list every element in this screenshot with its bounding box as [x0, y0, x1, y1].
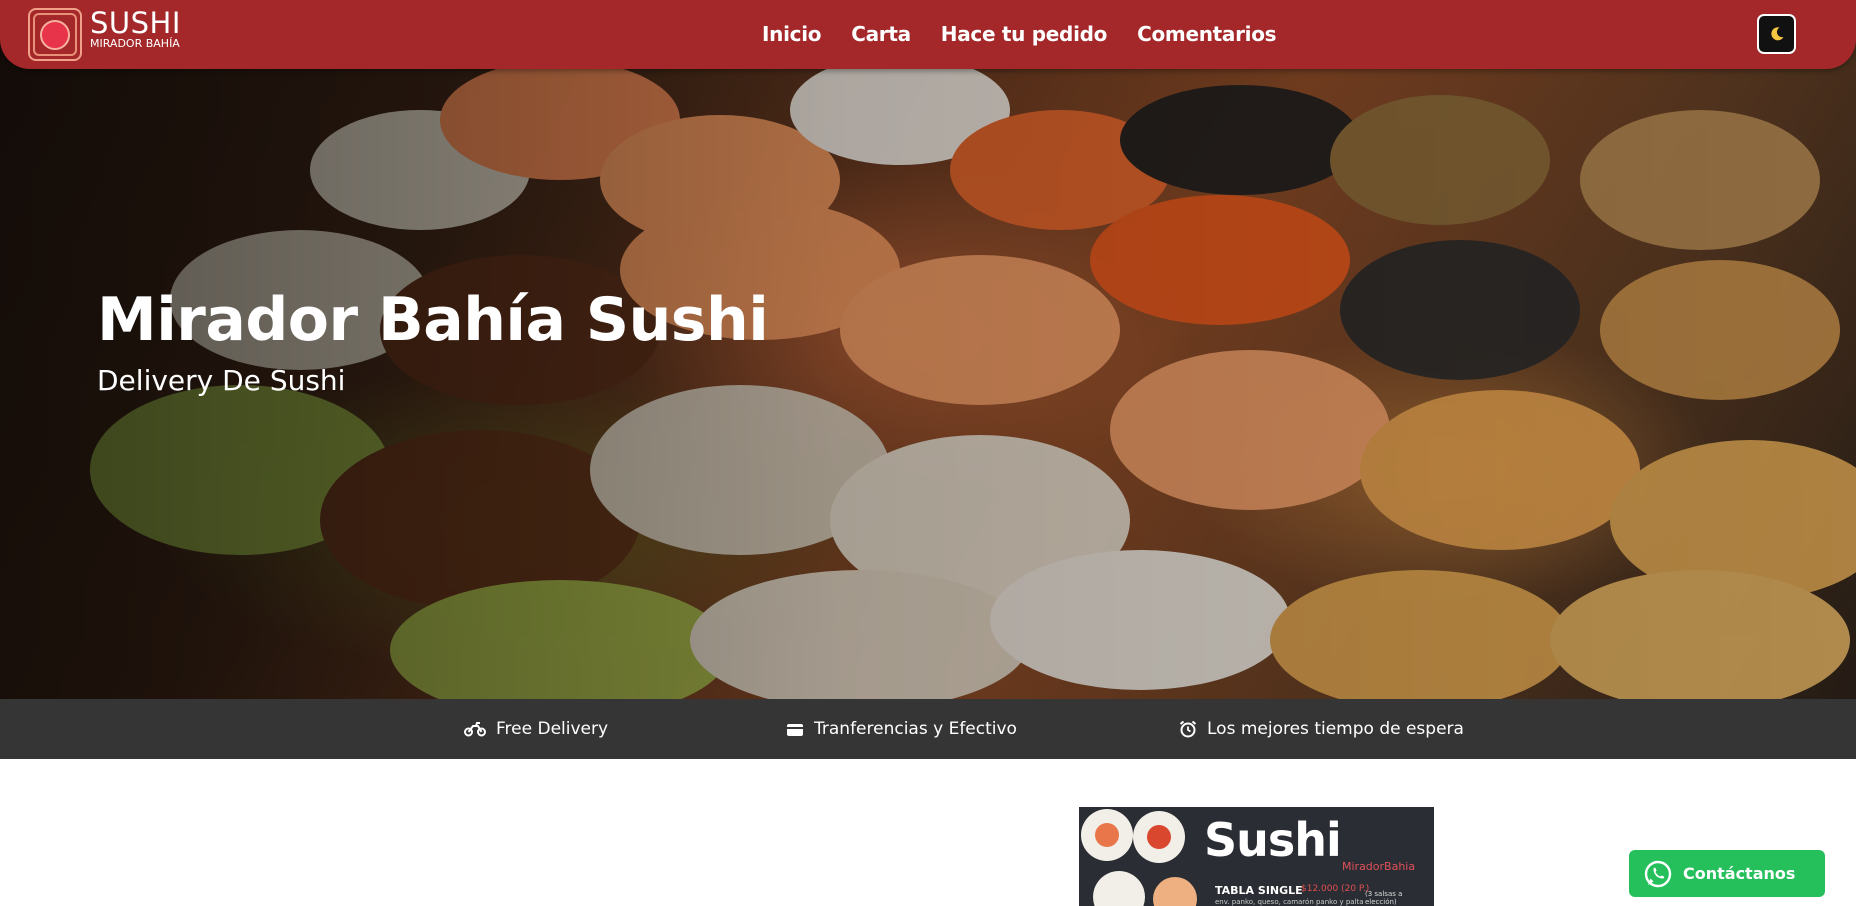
menu-heading: Sushi [1204, 813, 1342, 867]
menu-item-note: (3 salsas a elección) [1365, 890, 1403, 906]
hero-banner: Mirador Bahía Sushi Delivery De Sushi [0, 0, 1856, 699]
alarm-clock-icon [1179, 720, 1197, 738]
nav-link-comentarios[interactable]: Comentarios [1137, 20, 1276, 48]
feature-free-delivery: Free Delivery [464, 699, 608, 759]
moon-icon [1770, 27, 1783, 41]
feature-payments: Tranferencias y Efectivo [786, 699, 1017, 759]
feature-label: Los mejores tiempo de espera [1207, 719, 1464, 739]
logo-subtitle[interactable]: MIRADOR BAHÍA [90, 38, 180, 50]
whatsapp-contact-button[interactable]: Contáctanos [1629, 850, 1825, 897]
feature-label: Tranferencias y Efectivo [814, 719, 1017, 739]
whatsapp-icon [1644, 860, 1672, 887]
feature-label: Free Delivery [496, 719, 609, 739]
nav-link-inicio[interactable]: Inicio [762, 20, 821, 48]
main-nav: Inicio Carta Hace tu pedido Comentarios [762, 20, 1277, 48]
menu-item-name: TABLA SINGLE [1215, 884, 1303, 897]
nav-link-hace-tu-pedido[interactable]: Hace tu pedido [941, 20, 1108, 48]
wallet-icon [787, 723, 803, 736]
motorcycle-icon [464, 722, 486, 737]
theme-toggle-button[interactable] [1757, 14, 1796, 54]
whatsapp-label: Contáctanos [1683, 864, 1796, 883]
features-bar: Free Delivery Tranferencias y Efectivo L… [0, 699, 1856, 759]
logo-icon[interactable] [28, 8, 82, 61]
feature-wait-time: Los mejores tiempo de espera [1179, 699, 1464, 759]
menu-brand: MiradorBahia [1342, 860, 1416, 873]
menu-item-price: $12.000 (20 P.) [1301, 884, 1370, 894]
menu-item-description: env. panko, queso, camarón panko y palta [1215, 898, 1364, 906]
top-navbar: SUSHI MIRADOR BAHÍA Inicio Carta Hace tu… [0, 0, 1856, 69]
hero-subtitle: Delivery De Sushi [97, 364, 346, 397]
hero-title: Mirador Bahía Sushi [97, 285, 769, 355]
menu-preview-image[interactable]: Sushi MiradorBahia TABLA SINGLE $12.000 … [1079, 807, 1434, 906]
logo-title[interactable]: SUSHI [90, 8, 181, 38]
sushi-rolls-image [1081, 809, 1197, 906]
nav-link-carta[interactable]: Carta [851, 20, 911, 48]
